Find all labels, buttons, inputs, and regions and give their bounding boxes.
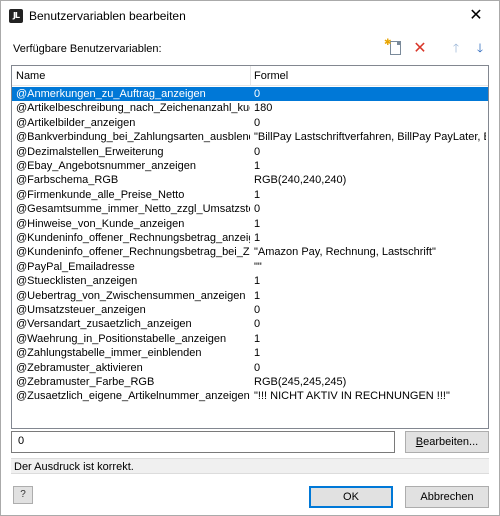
dialog-body: Verfügbare Benutzervariablen: ✱ ✕ 🡑 🡓 Na…: [1, 31, 499, 515]
variable-formula: 0: [254, 318, 261, 331]
variable-name: @Gesamtsumme_immer_Netto_zzgl_Umsatzsteu…: [16, 203, 250, 216]
list-header: Name Formel: [12, 66, 488, 86]
list-item[interactable]: @Kundeninfo_offener_Rechnungsbetrag_bei_…: [12, 245, 488, 259]
variable-name: @Umsatzsteuer_anzeigen: [16, 304, 146, 316]
expression-input[interactable]: 0: [11, 431, 395, 453]
list-item[interactable]: @Artikelbilder_anzeigen 0: [12, 116, 488, 130]
list-item[interactable]: @Versandart_zusaetzlich_anzeigen 0: [12, 317, 488, 331]
variable-name: @Zebramuster_Farbe_RGB: [16, 376, 155, 388]
variable-name: @Stuecklisten_anzeigen: [16, 275, 138, 288]
dialog-window: JL Benutzervariablen bearbeiten ✕ Verfüg…: [0, 0, 500, 516]
help-icon[interactable]: ?: [13, 486, 33, 504]
list-item[interactable]: @Gesamtsumme_immer_Netto_zzgl_Umsatzsteu…: [12, 202, 488, 216]
variable-name: @Kundeninfo_offener_Rechnungsbetrag_anze…: [16, 232, 250, 244]
variable-formula: 1: [254, 289, 261, 302]
variable-formula: 1: [254, 275, 261, 288]
title-bar: JL Benutzervariablen bearbeiten ✕: [1, 1, 499, 31]
close-icon[interactable]: ✕: [453, 1, 499, 31]
variables-list[interactable]: Name Formel @Anmerkungen_zu_Auftrag_anze…: [11, 65, 489, 429]
column-divider[interactable]: [250, 66, 251, 86]
variable-name: @Dezimalstellen_Erweiterung: [16, 145, 164, 158]
cancel-button[interactable]: Abbrechen: [405, 486, 489, 508]
list-item[interactable]: @Zahlungstabelle_immer_einblenden 1: [12, 346, 488, 360]
variable-formula: 0: [254, 304, 261, 316]
move-down-icon[interactable]: 🡓: [471, 39, 489, 57]
variable-formula: 0: [254, 145, 261, 158]
variable-name: @PayPal_Emailadresse: [16, 260, 135, 273]
variable-name: @Hinweise_von_Kunde_anzeigen: [16, 217, 185, 230]
ok-button[interactable]: OK: [309, 486, 393, 508]
delete-icon[interactable]: ✕: [411, 39, 429, 57]
variable-formula: 1: [254, 332, 261, 345]
variable-name: @Artikelbilder_anzeigen: [16, 116, 136, 129]
variable-name: @Farbschema_RGB: [16, 174, 119, 187]
variable-name: @Ebay_Angebotsnummer_anzeigen: [16, 160, 196, 172]
list-item[interactable]: @Hinweise_von_Kunde_anzeigen 1: [12, 217, 488, 231]
variable-formula: 0: [254, 203, 261, 216]
list-item[interactable]: @Dezimalstellen_Erweiterung 0: [12, 145, 488, 159]
variable-name: @Bankverbindung_bei_Zahlungsarten_ausble…: [16, 131, 250, 144]
variable-formula: 0: [254, 88, 261, 100]
column-header-formula[interactable]: Formel: [254, 70, 288, 82]
list-item[interactable]: @Kundeninfo_offener_Rechnungsbetrag_anze…: [12, 231, 488, 245]
list-item[interactable]: @Firmenkunde_alle_Preise_Netto 1: [12, 188, 488, 202]
variable-formula: "Amazon Pay, Rechnung, Lastschrift": [254, 246, 436, 259]
variable-name: @Zahlungstabelle_immer_einblenden: [16, 347, 202, 360]
variable-name: @Zusaetzlich_eigene_Artikelnummer_anzeig…: [16, 390, 250, 403]
list-item[interactable]: @PayPal_Emailadresse "": [12, 260, 488, 274]
new-variable-icon[interactable]: ✱: [384, 38, 405, 57]
edit-button-label: Bearbeiten...: [415, 436, 479, 448]
variable-formula: RGB(245,245,245): [254, 376, 347, 388]
document-icon: [390, 41, 401, 55]
variable-name: @Kundeninfo_offener_Rechnungsbetrag_bei_…: [16, 246, 250, 259]
list-item[interactable]: @Waehrung_in_Positionstabelle_anzeigen 1: [12, 332, 488, 346]
variable-formula: "!!! NICHT AKTIV IN RECHNUNGEN !!!": [254, 390, 450, 403]
edit-button-label-rest: earbeiten...: [423, 436, 479, 448]
list-item[interactable]: @Bankverbindung_bei_Zahlungsarten_ausble…: [12, 130, 488, 144]
variable-formula: RGB(240,240,240): [254, 174, 347, 187]
available-variables-label: Verfügbare Benutzervariablen:: [13, 43, 162, 55]
status-text: Der Ausdruck ist korrekt.: [11, 458, 489, 474]
column-header-name[interactable]: Name: [16, 70, 45, 82]
variable-formula: 1: [254, 347, 261, 360]
list-item[interactable]: @Anmerkungen_zu_Auftrag_anzeigen 0: [12, 87, 488, 102]
variable-name: @Artikelbeschreibung_nach_Zeichenanzahl_…: [16, 102, 250, 115]
list-item[interactable]: @Uebertrag_von_Zwischensummen_anzeigen 1: [12, 289, 488, 303]
app-icon: JL: [9, 9, 23, 23]
list-item[interactable]: @Farbschema_RGB RGB(240,240,240): [12, 173, 488, 187]
variable-formula: 1: [254, 160, 261, 172]
variable-formula: "BillPay Lastschriftverfahren, BillPay P…: [254, 131, 486, 144]
list-item[interactable]: @Ebay_Angebotsnummer_anzeigen 1: [12, 159, 488, 173]
variable-name: @Firmenkunde_alle_Preise_Netto: [16, 188, 185, 201]
variable-formula: 180: [254, 102, 273, 115]
variable-name: @Anmerkungen_zu_Auftrag_anzeigen: [16, 88, 206, 100]
list-item[interactable]: @Zusaetzlich_eigene_Artikelnummer_anzeig…: [12, 389, 488, 403]
list-item[interactable]: @Zebramuster_Farbe_RGB RGB(245,245,245): [12, 375, 488, 389]
list-item[interactable]: @Zebramuster_aktivieren 0: [12, 361, 488, 375]
variable-formula: 1: [254, 188, 261, 201]
variable-name: @Versandart_zusaetzlich_anzeigen: [16, 318, 192, 331]
variable-name: @Waehrung_in_Positionstabelle_anzeigen: [16, 332, 227, 345]
variable-formula: "": [254, 260, 262, 273]
window-title: Benutzervariablen bearbeiten: [29, 9, 186, 23]
variable-formula: 0: [254, 116, 261, 129]
star-icon: ✱: [384, 38, 392, 48]
list-item[interactable]: @Artikelbeschreibung_nach_Zeichenanzahl_…: [12, 101, 488, 115]
list-item[interactable]: @Stuecklisten_anzeigen 1: [12, 274, 488, 288]
edit-button[interactable]: Bearbeiten...: [405, 431, 489, 453]
list-item[interactable]: @Umsatzsteuer_anzeigen 0: [12, 303, 488, 317]
move-up-icon: 🡑: [452, 41, 460, 55]
variable-formula: 1: [254, 217, 261, 230]
variable-name: @Zebramuster_aktivieren: [16, 361, 143, 374]
variable-name: @Uebertrag_von_Zwischensummen_anzeigen: [16, 289, 246, 302]
variable-formula: 1: [254, 232, 261, 244]
variable-formula: 0: [254, 361, 261, 374]
